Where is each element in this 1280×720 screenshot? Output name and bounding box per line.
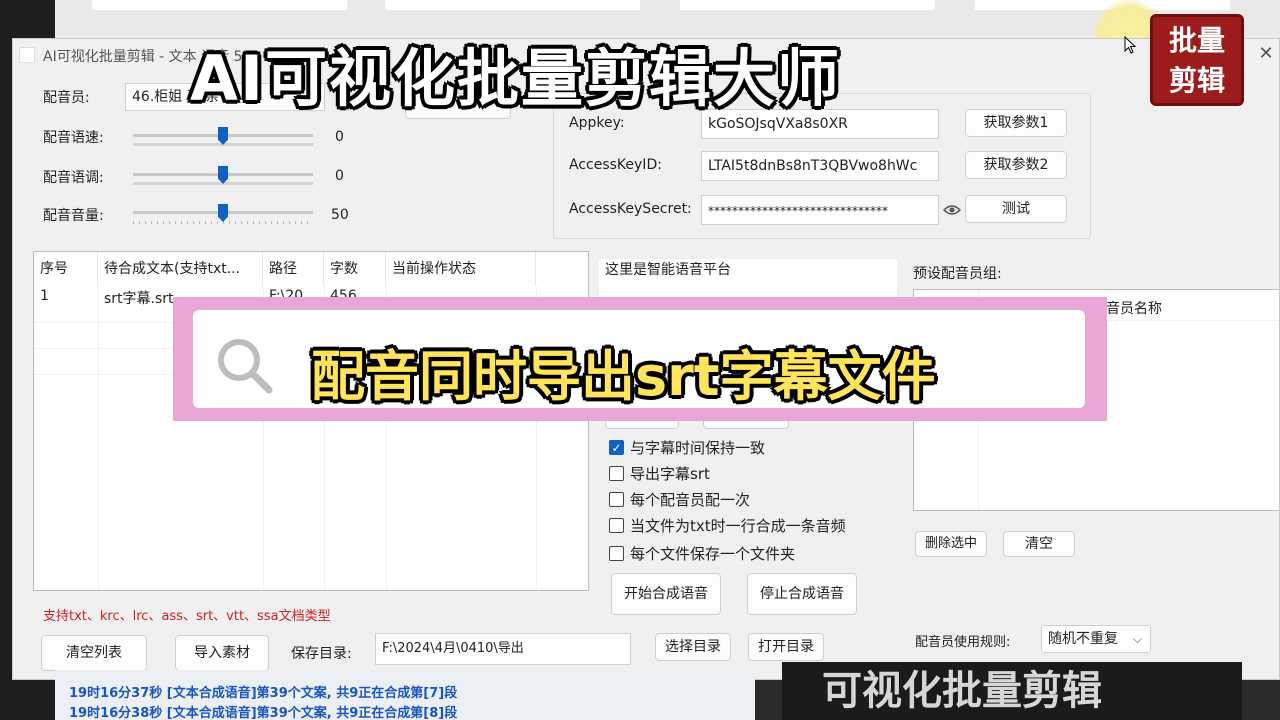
rule-value: 随机不重复 — [1048, 631, 1118, 647]
pitch-label: 配音语调: — [43, 170, 104, 186]
seal-text-line: 剪辑 — [1168, 64, 1225, 97]
app-icon — [19, 47, 35, 63]
close-icon[interactable]: ✕ — [1255, 43, 1277, 65]
secret-label: AccessKeySecret: — [569, 201, 692, 217]
rule-select[interactable]: 随机不重复 ⌵ — [1041, 625, 1151, 653]
option-folder-per-file[interactable]: 每个文件保存一个文件夹 — [609, 543, 795, 564]
open-dir-button[interactable]: 打开目录 — [748, 633, 824, 661]
get-param2-button[interactable]: 获取参数2 — [965, 151, 1067, 179]
log-panel: 19时16分37秒 [文本合成语音]第39个文案, 共9正在合成第[7]段 19… — [55, 670, 755, 720]
option-txt-line-per-audio[interactable]: 当文件为txt时一行合成一条音频 — [609, 515, 846, 536]
search-caption-overlay: 配音同时导出srt字幕文件 — [173, 297, 1107, 421]
volume-label: 配音音量: — [43, 208, 104, 224]
preset-label: 预设配音员组: — [913, 266, 1002, 282]
stop-synthesis-button[interactable]: 停止合成语音 — [747, 573, 857, 615]
option-label: 当文件为txt时一行合成一条音频 — [630, 517, 846, 535]
column-header[interactable]: 路径 — [263, 252, 324, 286]
option-label: 每个文件保存一个文件夹 — [630, 545, 796, 563]
seal-text-line: 批量 — [1168, 24, 1225, 57]
background-banner: 可视化批量剪辑 — [782, 662, 1242, 720]
column-header[interactable]: 字数 — [324, 252, 386, 286]
eye-icon[interactable] — [943, 204, 961, 216]
checkbox[interactable] — [609, 466, 624, 481]
checkbox[interactable] — [609, 492, 624, 507]
platform-text: 这里是智能语音平台 — [599, 259, 897, 299]
option-sync-subtitle-time[interactable]: ✓ 与字幕时间保持一致 — [609, 437, 765, 458]
background-strip — [680, 0, 935, 10]
checkbox[interactable] — [609, 518, 624, 533]
speaker-label: 配音员: — [43, 90, 90, 106]
table-cell[interactable]: 1 — [34, 288, 98, 304]
save-dir-label: 保存目录: — [291, 646, 352, 662]
speed-label: 配音语速: — [43, 130, 104, 146]
option-each-speaker-once[interactable]: 每个配音员配一次 — [609, 489, 750, 510]
checkbox-checked[interactable]: ✓ — [609, 440, 624, 455]
option-label: 与字幕时间保持一致 — [630, 439, 766, 457]
test-button[interactable]: 测试 — [965, 195, 1067, 223]
slider-thumb[interactable] — [218, 204, 228, 222]
start-synthesis-button[interactable]: 开始合成语音 — [611, 573, 721, 615]
column-header[interactable]: 序号 — [34, 252, 98, 286]
search-caption-text: 配音同时导出srt字幕文件 — [311, 345, 936, 408]
mouse-cursor-icon — [1124, 36, 1136, 54]
column-header[interactable]: 待合成文本(支持txt... — [98, 252, 263, 286]
speed-value: 0 — [335, 129, 344, 145]
volume-value: 50 — [331, 207, 349, 223]
accesskeyid-input[interactable]: LTAI5t8dnBs8nT3QBVwo8hWc — [701, 151, 939, 181]
brand-seal-logo: 批量 剪辑 — [1150, 14, 1244, 106]
chevron-down-icon: ⌵ — [1132, 632, 1142, 646]
search-icon — [218, 339, 273, 394]
speed-slider[interactable] — [133, 125, 313, 147]
preset-clear-button[interactable]: 清空 — [1003, 531, 1075, 557]
checkbox[interactable] — [609, 546, 624, 561]
video-title-overlay: AI可视化批量剪辑大师 — [190, 42, 842, 115]
option-export-srt[interactable]: 导出字幕srt — [609, 463, 710, 484]
choose-dir-button[interactable]: 选择目录 — [655, 633, 731, 661]
accesskeyid-label: AccessKeyID: — [569, 157, 662, 173]
secret-input[interactable]: ****************************** — [701, 195, 939, 225]
column-header[interactable]: 当前操作状态 — [386, 252, 536, 286]
search-box: 配音同时导出srt字幕文件 — [193, 310, 1085, 408]
column-divider — [98, 286, 99, 590]
save-dir-input[interactable]: F:\2024\4月\0410\导出 — [375, 633, 631, 665]
background-strip — [385, 0, 640, 10]
log-line: 19时16分37秒 [文本合成语音]第39个文案, 共9正在合成第[7]段 — [69, 686, 458, 701]
option-label: 导出字幕srt — [630, 465, 710, 483]
get-param1-button[interactable]: 获取参数1 — [965, 109, 1067, 137]
clear-list-button[interactable]: 清空列表 — [41, 635, 147, 671]
delete-selected-button[interactable]: 删除选中 — [915, 531, 987, 557]
rule-label: 配音员使用规则: — [915, 635, 1011, 650]
background-strip — [92, 0, 347, 10]
import-material-button[interactable]: 导入素材 — [175, 635, 269, 671]
log-line: 19时16分38秒 [文本合成语音]第39个文案, 共9正在合成第[8]段 — [69, 706, 458, 720]
option-label: 每个配音员配一次 — [630, 491, 751, 509]
pitch-slider[interactable] — [133, 164, 313, 186]
volume-slider[interactable] — [133, 202, 313, 224]
supported-types-note: 支持txt、krc、lrc、ass、srt、vtt、ssa文档类型 — [43, 609, 331, 624]
pitch-value: 0 — [335, 168, 344, 184]
preset-column-header[interactable]: 音员名称 — [1100, 298, 1162, 318]
